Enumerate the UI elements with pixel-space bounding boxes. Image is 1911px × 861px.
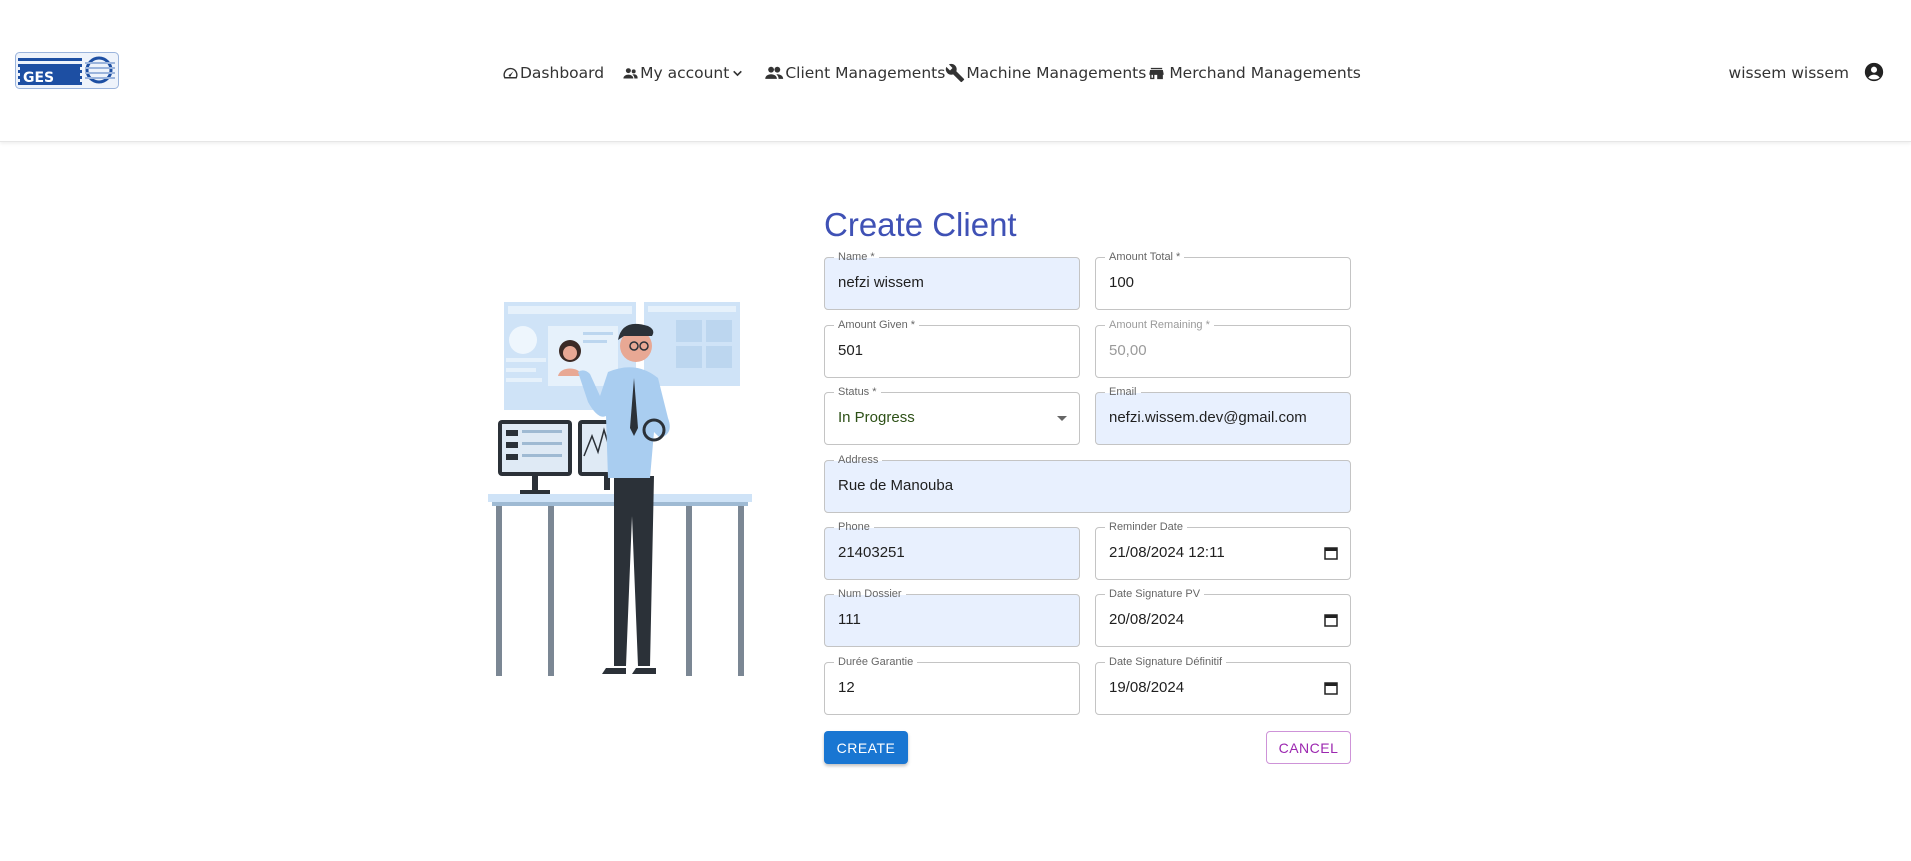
wrench-icon [946,63,965,83]
name-label: Name * [834,250,879,264]
calendar-icon[interactable] [1324,613,1338,627]
store-icon [1149,67,1164,79]
nav-client-managements-label: Client Managements [785,64,946,82]
cancel-button[interactable]: CANCEL [1266,731,1351,764]
page-title: Create Client [824,206,1017,243]
nav-machine-managements[interactable]: Machine Managements [945,63,1146,83]
address-value: Rue de Manouba [838,477,954,494]
email-field[interactable]: Email nefzi.wissem.dev@gmail.com [1095,385,1351,445]
top-navbar: GES Dashboard My account Client Manageme… [0,0,1911,142]
phone-field[interactable]: Phone 21403251 [824,520,1080,580]
nav-my-account[interactable]: My account [622,64,744,82]
date-signature-definitif-label: Date Signature Définitif [1105,655,1227,669]
nav-merchand-managements[interactable]: Merchand Managements [1148,64,1361,82]
chevron-down-icon [733,70,743,76]
speedometer-icon [503,67,518,78]
email-label: Email [1105,385,1141,399]
amount-given-label: Amount Given * [834,318,920,332]
main-nav: Dashboard My account Client Managements … [502,61,1361,85]
amount-remaining-field: Amount Remaining * 50,00 [1095,318,1351,378]
company-logo[interactable]: GES [15,52,119,89]
duree-garantie-label: Durée Garantie [834,655,918,669]
nav-dashboard-label: Dashboard [520,64,605,82]
create-button[interactable]: CREATE [824,731,908,764]
date-signature-pv-label: Date Signature PV [1105,587,1205,601]
amount-total-field[interactable]: Amount Total * 100 [1095,250,1351,310]
phone-value: 21403251 [838,544,905,561]
amount-total-value: 100 [1109,274,1135,291]
reminder-date-label: Reminder Date [1105,520,1187,534]
svg-text:GES: GES [23,70,54,86]
nav-client-managements[interactable]: Client Managements [764,63,945,83]
calendar-icon[interactable] [1324,546,1338,560]
amount-remaining-label: Amount Remaining * [1105,318,1214,332]
date-signature-definitif-field[interactable]: Date Signature Définitif 19/08/2024 [1095,655,1351,715]
name-field[interactable]: Name * nefzi wissem [824,250,1080,310]
group-icon [765,66,784,79]
nav-merchand-managements-label: Merchand Managements [1169,64,1361,82]
office-illustration [488,302,752,676]
reminder-date-field[interactable]: Reminder Date 21/08/2024 12:11 [1095,520,1351,580]
status-value: In Progress [838,409,915,426]
amount-total-label: Amount Total * [1105,250,1185,264]
amount-given-value: 501 [838,342,864,359]
address-field[interactable]: Address Rue de Manouba [824,453,1351,513]
num-dossier-value: 111 [838,611,861,628]
nav-dashboard[interactable]: Dashboard [502,64,604,82]
people-icon [623,67,638,78]
nav-my-account-label: My account [640,64,730,82]
date-signature-pv-value: 20/08/2024 [1109,611,1185,628]
duree-garantie-value: 12 [838,679,855,696]
calendar-icon[interactable] [1324,681,1338,695]
user-menu[interactable]: wissem wissem [1729,61,1849,85]
num-dossier-label: Num Dossier [834,587,906,601]
name-value: nefzi wissem [838,274,924,291]
status-select[interactable]: Status * In Progress [824,385,1080,445]
phone-label: Phone [834,520,874,534]
dropdown-arrow-icon [1057,416,1067,421]
num-dossier-field[interactable]: Num Dossier 111 [824,587,1080,647]
date-signature-definitif-value: 19/08/2024 [1109,679,1185,696]
reminder-date-value: 21/08/2024 12:11 [1109,544,1225,561]
email-value: nefzi.wissem.dev@gmail.com [1109,409,1307,426]
amount-given-field[interactable]: Amount Given * 501 [824,318,1080,378]
date-signature-pv-field[interactable]: Date Signature PV 20/08/2024 [1095,587,1351,647]
status-label: Status * [834,385,881,399]
nav-machine-managements-label: Machine Managements [966,64,1147,82]
duree-garantie-field[interactable]: Durée Garantie 12 [824,655,1080,715]
address-label: Address [834,453,883,467]
user-name: wissem wissem [1728,64,1849,82]
account-circle-icon[interactable] [1863,61,1885,83]
amount-remaining-value: 50,00 [1109,342,1147,359]
